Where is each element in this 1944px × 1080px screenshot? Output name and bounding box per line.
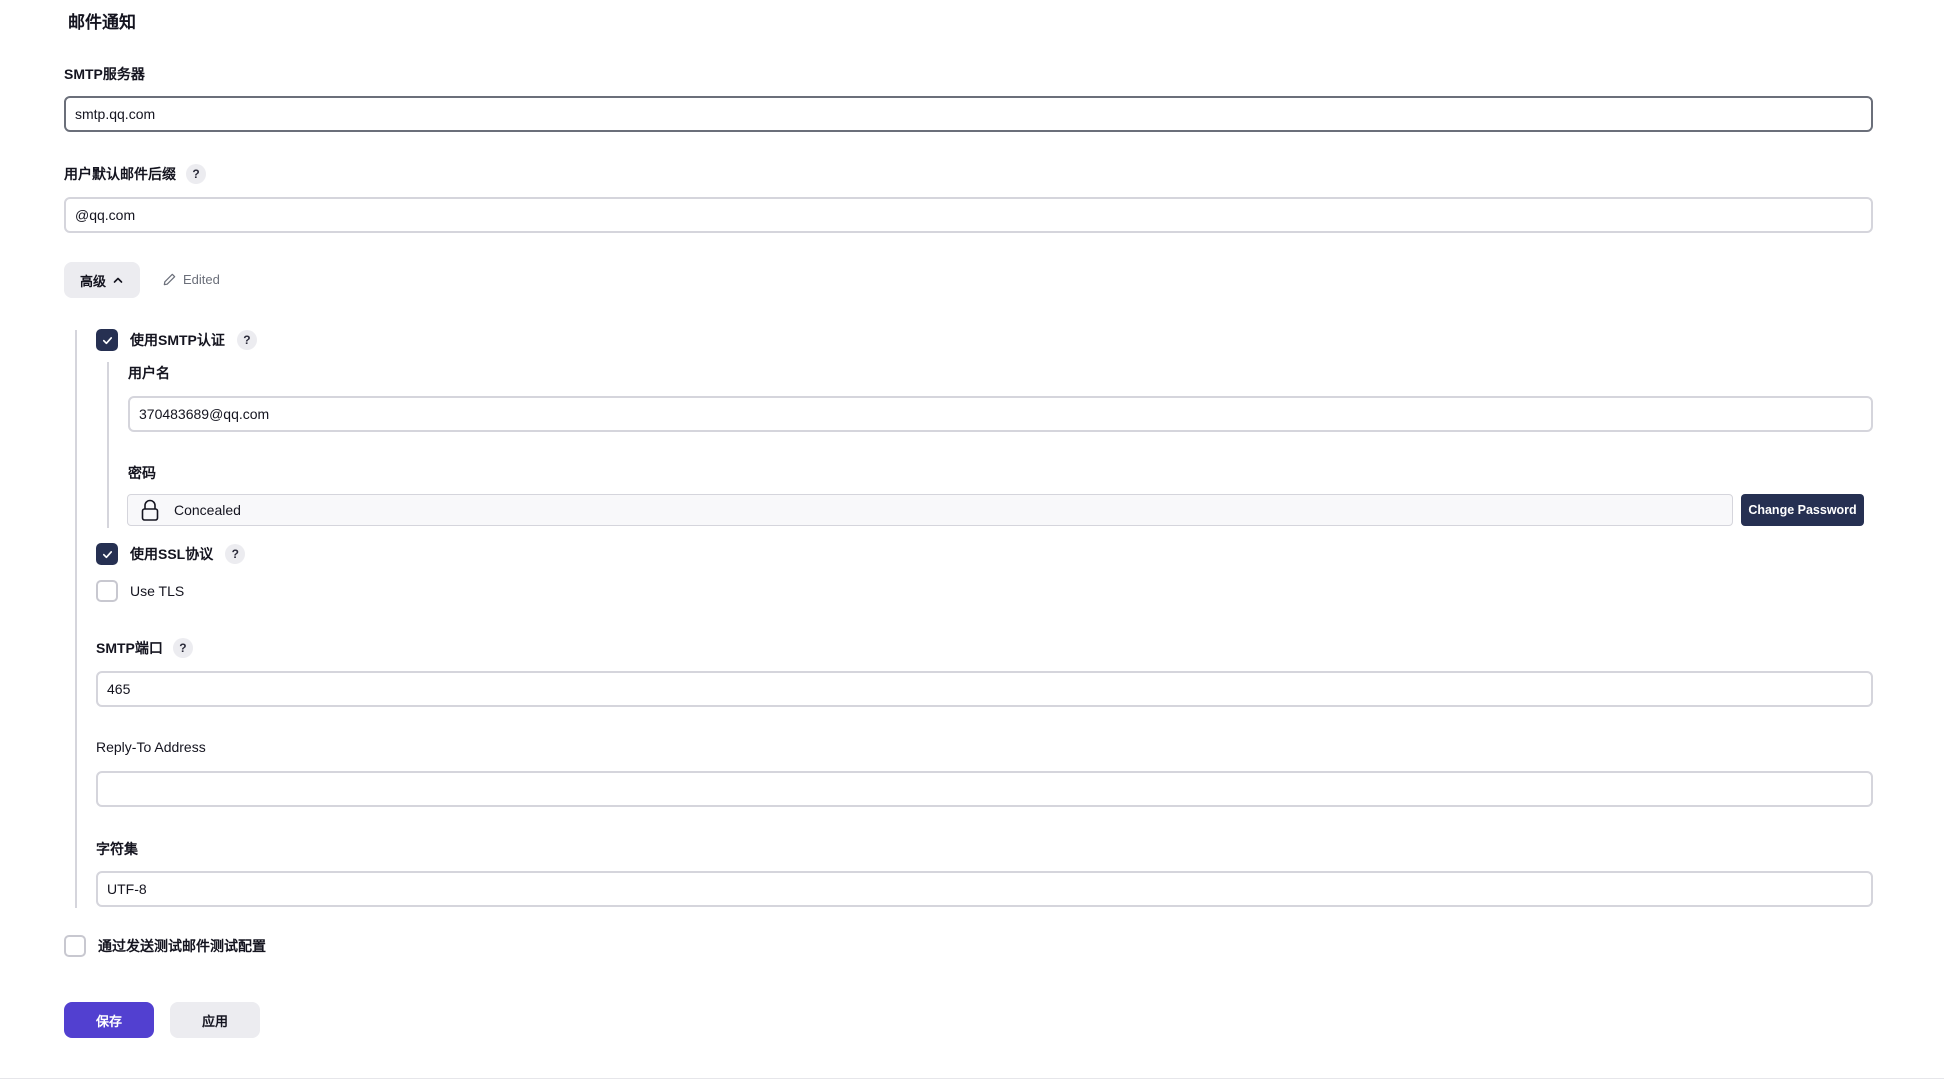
test-config-label: 通过发送测试邮件测试配置 [98, 938, 266, 954]
edited-indicator: Edited [162, 272, 220, 287]
help-icon[interactable]: ? [236, 330, 257, 350]
smtp-port-label: SMTP端口 ? [96, 638, 193, 658]
charset-label-text: 字符集 [96, 841, 138, 857]
pencil-icon [163, 273, 176, 286]
smtp-auth-row: 使用SMTP认证 ? [96, 329, 257, 351]
smtp-port-input[interactable] [96, 671, 1873, 707]
edited-label: Edited [183, 272, 220, 287]
help-icon[interactable]: ? [225, 544, 246, 564]
section-title: 邮件通知 [68, 13, 136, 32]
charset-label: 字符集 [96, 839, 138, 859]
use-tls-checkbox[interactable] [96, 580, 118, 602]
save-button[interactable]: 保存 [64, 1002, 154, 1038]
chevron-up-icon [113, 277, 123, 283]
smtp-server-input[interactable] [64, 96, 1873, 132]
use-ssl-row: 使用SSL协议 ? [96, 543, 246, 565]
test-config-row: 通过发送测试邮件测试配置 [64, 935, 266, 957]
smtp-server-label-text: SMTP服务器 [64, 66, 145, 82]
use-ssl-checkbox[interactable] [96, 543, 118, 565]
smtp-auth-label: 使用SMTP认证 [130, 332, 225, 348]
advanced-section-rule [75, 330, 77, 908]
username-label-text: 用户名 [128, 365, 170, 381]
smtp-port-label-text: SMTP端口 [96, 640, 163, 656]
bottom-divider [0, 1078, 1944, 1079]
change-password-button[interactable]: Change Password [1741, 494, 1864, 526]
check-icon [102, 336, 112, 344]
default-suffix-input[interactable] [64, 197, 1873, 233]
password-concealed-field: Concealed [127, 494, 1733, 526]
reply-to-input[interactable] [96, 771, 1873, 807]
use-tls-label: Use TLS [130, 583, 185, 599]
smtp-auth-checkbox[interactable] [96, 329, 118, 351]
use-ssl-label: 使用SSL协议 [130, 546, 214, 562]
test-config-checkbox[interactable] [64, 935, 86, 957]
advanced-toggle-button[interactable]: 高级 [64, 262, 140, 298]
password-label: 密码 [128, 463, 156, 483]
reply-to-label: Reply-To Address [96, 739, 206, 755]
use-tls-row: Use TLS [96, 580, 184, 602]
password-status: Concealed [174, 502, 241, 518]
username-label: 用户名 [128, 363, 170, 383]
lock-icon [141, 499, 159, 521]
reply-to-label-text: Reply-To Address [96, 739, 206, 755]
password-label-text: 密码 [128, 465, 156, 481]
check-icon [102, 550, 112, 558]
charset-input[interactable] [96, 871, 1873, 907]
smtp-server-label: SMTP服务器 [64, 64, 145, 84]
help-icon[interactable]: ? [172, 638, 193, 658]
help-icon[interactable]: ? [186, 164, 206, 184]
default-suffix-label: 用户默认邮件后缀 ? [64, 164, 206, 184]
advanced-toggle-label: 高级 [79, 273, 106, 289]
apply-button[interactable]: 应用 [170, 1002, 260, 1038]
smtp-auth-section-rule [107, 362, 109, 528]
default-suffix-label-text: 用户默认邮件后缀 [64, 166, 176, 182]
username-input[interactable] [128, 396, 1873, 432]
